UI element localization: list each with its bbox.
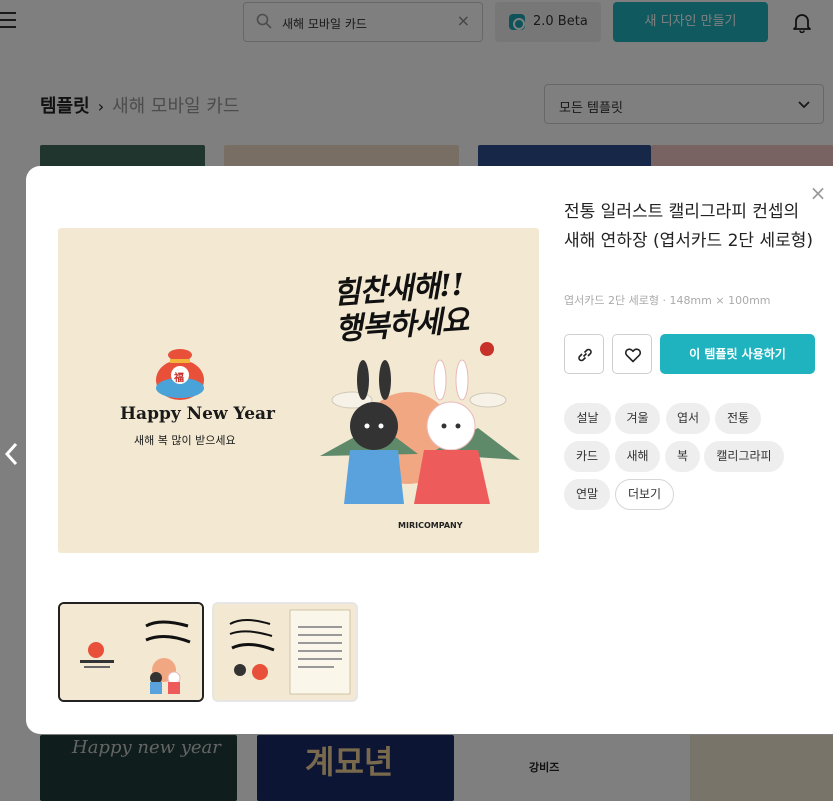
tag-chip[interactable]: 복: [665, 441, 700, 472]
link-icon: [578, 348, 592, 362]
thumbnail-page-1[interactable]: [58, 602, 204, 702]
tag-chip[interactable]: 새해: [615, 441, 660, 472]
thumbnail-front-image: [60, 604, 202, 700]
chevron-left-icon[interactable]: [2, 440, 22, 468]
preview-illustration: [156, 342, 520, 504]
heart-icon: [624, 348, 642, 363]
tag-chip[interactable]: 엽서: [666, 403, 710, 434]
template-spec: 엽서카드 2단 세로형 · 148mm × 100mm: [564, 294, 771, 307]
copy-link-button[interactable]: [564, 334, 604, 374]
thumbnail-back-image: [214, 604, 356, 700]
preview-subtitle: 새해 복 많이 받으세요: [134, 434, 236, 447]
tag-chip[interactable]: 설날: [564, 403, 611, 434]
tags-more-button[interactable]: 더보기: [615, 479, 674, 510]
thumbnail-page-2[interactable]: [212, 602, 358, 702]
tag-chip[interactable]: 겨울: [615, 403, 660, 434]
favorite-button[interactable]: [612, 334, 652, 374]
tag-chip[interactable]: 캘리그라피: [704, 441, 784, 472]
preview-brand: MIRICOMPANY: [398, 521, 463, 530]
use-template-button[interactable]: 이 템플릿 사용하기: [660, 334, 815, 374]
template-title: 전통 일러스트 캘리그라피 컨셉의 새해 연하장 (엽서카드 2단 세로형): [564, 202, 814, 251]
template-preview-image: 福 Happy New Year 새해 복 많이 받으세요 힘찬새해!! 행복하…: [58, 228, 539, 553]
preview-calligraphy: 힘찬새해!! 행복하세요: [332, 267, 470, 348]
pouch-character: 福: [174, 373, 184, 384]
tag-chip[interactable]: 연말: [564, 479, 610, 510]
preview-headline: Happy New Year: [120, 404, 276, 424]
tag-chip[interactable]: 카드: [564, 441, 610, 472]
tag-chip[interactable]: 전통: [715, 403, 761, 434]
